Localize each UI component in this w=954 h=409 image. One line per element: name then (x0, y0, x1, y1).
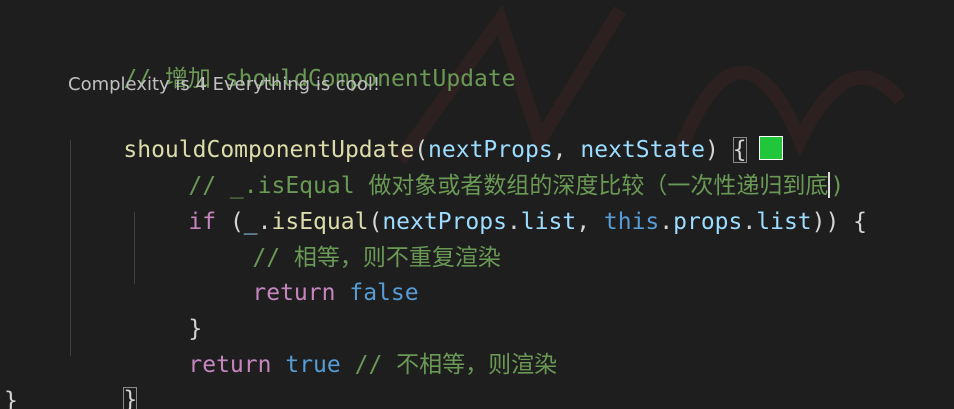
code-line-close-method[interactable]: } (68, 352, 138, 409)
code-editor[interactable]: // 增加 shouldComponentUpdate Complexity i… (0, 0, 954, 409)
code-line-equal-comment[interactable]: // 相等，则不重复渲染 (197, 210, 501, 271)
code-line-return-false[interactable]: return false (197, 245, 418, 306)
props-prop: props (673, 209, 743, 235)
code-line-return-true[interactable]: return true // 不相等，则渲染 (133, 317, 557, 378)
dot-3: . (659, 209, 674, 235)
matched-close-brace: } (123, 387, 138, 409)
code-line-inner-comment[interactable]: // _.isEqual 做对象或者数组的深度比较（一次性递归到底) (133, 138, 844, 199)
true-literal: true (285, 352, 341, 378)
this-keyword: this (603, 209, 660, 235)
if-close: )) { (811, 209, 868, 235)
arg-list-2: list (756, 209, 812, 235)
code-line-signature[interactable]: shouldComponentUpdate(nextProps, nextSta… (68, 102, 783, 163)
dot-4: . (742, 209, 757, 235)
dot-2: . (506, 209, 521, 235)
code-line-if[interactable]: if (_.isEqual(nextProps.list, this.props… (133, 174, 867, 235)
false-literal: false (349, 280, 419, 306)
not-equal-comment: // 不相等，则渲染 (354, 352, 558, 378)
code-line-comment[interactable]: // 增加 shouldComponentUpdate (68, 31, 515, 92)
return-true-keyword: return (188, 352, 272, 378)
code-line-close-if[interactable]: } (133, 281, 202, 342)
return-keyword: return (252, 280, 336, 306)
codelens-complexity[interactable]: Complexity is 4 Everything is cool! (68, 72, 380, 98)
arg-comma: , (576, 209, 604, 235)
arg-list-1: list (520, 209, 577, 235)
outer-close-brace: } (4, 388, 18, 409)
